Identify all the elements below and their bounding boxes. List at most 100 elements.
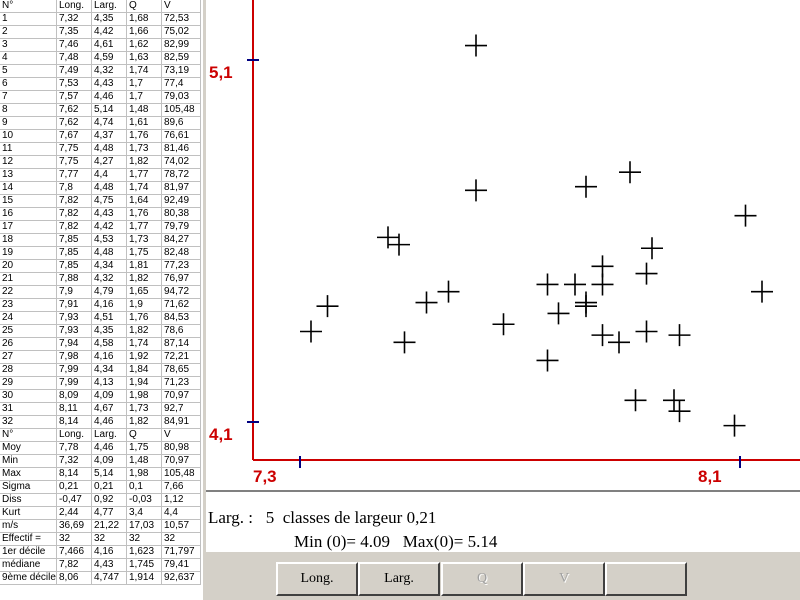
table-cell[interactable]: 4,51 — [91, 311, 127, 325]
data-grid[interactable]: N° Long. Larg. Q V 1 7,32 4,35 1,68 72,53 2 7,35 4,4… — [0, 0, 204, 600]
table-cell[interactable]: 7,8 — [56, 181, 92, 195]
table-cell[interactable]: 7,88 — [56, 272, 92, 286]
table-cell[interactable]: 1,61 — [126, 116, 162, 130]
table-cell[interactable]: 1,745 — [126, 558, 162, 572]
table-cell[interactable]: 72,53 — [161, 12, 201, 26]
table-cell[interactable]: 21 — [0, 272, 57, 286]
table-cell[interactable]: 78,72 — [161, 168, 201, 182]
table-cell[interactable]: 18 — [0, 233, 57, 247]
table-cell[interactable]: 1,82 — [126, 415, 162, 429]
table-cell[interactable]: 27 — [0, 350, 57, 364]
table-cell[interactable]: 1,68 — [126, 12, 162, 26]
table-cell[interactable]: 4,35 — [91, 12, 127, 26]
table-cell[interactable]: 4,43 — [91, 558, 127, 572]
table-cell[interactable]: 1,77 — [126, 168, 162, 182]
table-cell[interactable]: 7,62 — [56, 116, 92, 130]
table-cell[interactable]: 1,73 — [126, 233, 162, 247]
table-cell[interactable]: 79,79 — [161, 220, 201, 234]
table-cell[interactable]: 71,797 — [161, 545, 201, 559]
table-cell[interactable]: 10,57 — [161, 519, 201, 533]
table-cell[interactable]: 105,48 — [161, 467, 201, 481]
table-cell[interactable]: 14 — [0, 181, 57, 195]
table-cell[interactable]: 4,77 — [91, 506, 127, 520]
table-cell[interactable]: 70,97 — [161, 389, 201, 403]
table-cell[interactable]: 70,97 — [161, 454, 201, 468]
table-cell[interactable]: 8 — [0, 103, 57, 117]
table-cell[interactable]: 32 — [91, 532, 127, 546]
table-cell[interactable]: Q — [126, 428, 162, 442]
table-cell[interactable]: Kurt — [0, 506, 57, 520]
table-cell[interactable]: 8,11 — [56, 402, 92, 416]
table-cell[interactable]: 73,19 — [161, 64, 201, 78]
table-cell[interactable]: 1,62 — [126, 38, 162, 52]
empty-button[interactable] — [605, 562, 687, 596]
table-cell[interactable]: 2 — [0, 25, 57, 39]
table-cell[interactable]: 4,35 — [91, 324, 127, 338]
table-cell[interactable]: 4,13 — [91, 376, 127, 390]
table-cell[interactable]: 8,09 — [56, 389, 92, 403]
table-cell[interactable]: 92,637 — [161, 571, 201, 585]
table-cell[interactable]: 7,53 — [56, 77, 92, 91]
table-cell[interactable]: 30 — [0, 389, 57, 403]
table-cell[interactable]: 1,64 — [126, 194, 162, 208]
table-cell[interactable]: 0,21 — [91, 480, 127, 494]
table-cell[interactable]: 71,23 — [161, 376, 201, 390]
table-cell[interactable]: 16 — [0, 207, 57, 221]
table-cell[interactable]: 4,46 — [91, 90, 127, 104]
table-cell[interactable]: 77,4 — [161, 77, 201, 91]
table-cell[interactable]: 87,14 — [161, 337, 201, 351]
table-cell[interactable]: 1,74 — [126, 64, 162, 78]
table-cell[interactable]: 4,61 — [91, 38, 127, 52]
table-cell[interactable]: 84,91 — [161, 415, 201, 429]
table-cell[interactable]: 0,21 — [56, 480, 92, 494]
table-cell[interactable]: 32 — [0, 415, 57, 429]
table-cell[interactable]: N° — [0, 0, 57, 13]
table-cell[interactable]: 89,6 — [161, 116, 201, 130]
table-cell[interactable]: 7,66 — [161, 480, 201, 494]
v-button[interactable]: V — [523, 562, 605, 596]
table-cell[interactable]: 4,747 — [91, 571, 127, 585]
table-cell[interactable]: 7,48 — [56, 51, 92, 65]
table-cell[interactable]: 7,67 — [56, 129, 92, 143]
table-cell[interactable]: Q — [126, 0, 162, 13]
table-cell[interactable]: Sigma — [0, 480, 57, 494]
table-cell[interactable]: 4,37 — [91, 129, 127, 143]
table-cell[interactable]: 15 — [0, 194, 57, 208]
table-cell[interactable]: 7,85 — [56, 246, 92, 260]
table-cell[interactable]: 1,9 — [126, 298, 162, 312]
table-cell[interactable]: 7,46 — [56, 38, 92, 52]
table-cell[interactable]: 92,7 — [161, 402, 201, 416]
table-cell[interactable]: 1,65 — [126, 285, 162, 299]
table-cell[interactable]: 4,48 — [91, 181, 127, 195]
table-cell[interactable]: 7,98 — [56, 350, 92, 364]
table-cell[interactable]: 1,73 — [126, 142, 162, 156]
table-cell[interactable]: 4,43 — [91, 207, 127, 221]
table-cell[interactable]: médiane — [0, 558, 57, 572]
table-cell[interactable]: Min — [0, 454, 57, 468]
table-cell[interactable]: 1,82 — [126, 272, 162, 286]
table-cell[interactable]: 9ème décile — [0, 571, 57, 585]
table-cell[interactable]: 3,4 — [126, 506, 162, 520]
table-cell[interactable]: 7,49 — [56, 64, 92, 78]
table-cell[interactable]: 82,99 — [161, 38, 201, 52]
table-cell[interactable]: 72,21 — [161, 350, 201, 364]
table-cell[interactable]: 4,67 — [91, 402, 127, 416]
table-cell[interactable]: 17,03 — [126, 519, 162, 533]
table-cell[interactable]: 3 — [0, 38, 57, 52]
table-cell[interactable]: 13 — [0, 168, 57, 182]
table-cell[interactable]: 17 — [0, 220, 57, 234]
table-cell[interactable]: 82,59 — [161, 51, 201, 65]
table-cell[interactable]: 84,53 — [161, 311, 201, 325]
table-cell[interactable]: 1,84 — [126, 363, 162, 377]
table-cell[interactable]: 7,32 — [56, 454, 92, 468]
table-cell[interactable]: 4,32 — [91, 272, 127, 286]
table-cell[interactable]: 9 — [0, 116, 57, 130]
table-cell[interactable]: 4,59 — [91, 51, 127, 65]
table-cell[interactable]: 4,42 — [91, 220, 127, 234]
table-cell[interactable]: 8,14 — [56, 467, 92, 481]
table-cell[interactable]: 31 — [0, 402, 57, 416]
table-cell[interactable]: 1,74 — [126, 337, 162, 351]
table-cell[interactable]: 80,38 — [161, 207, 201, 221]
table-cell[interactable]: 6 — [0, 77, 57, 91]
table-cell[interactable]: 4,27 — [91, 155, 127, 169]
